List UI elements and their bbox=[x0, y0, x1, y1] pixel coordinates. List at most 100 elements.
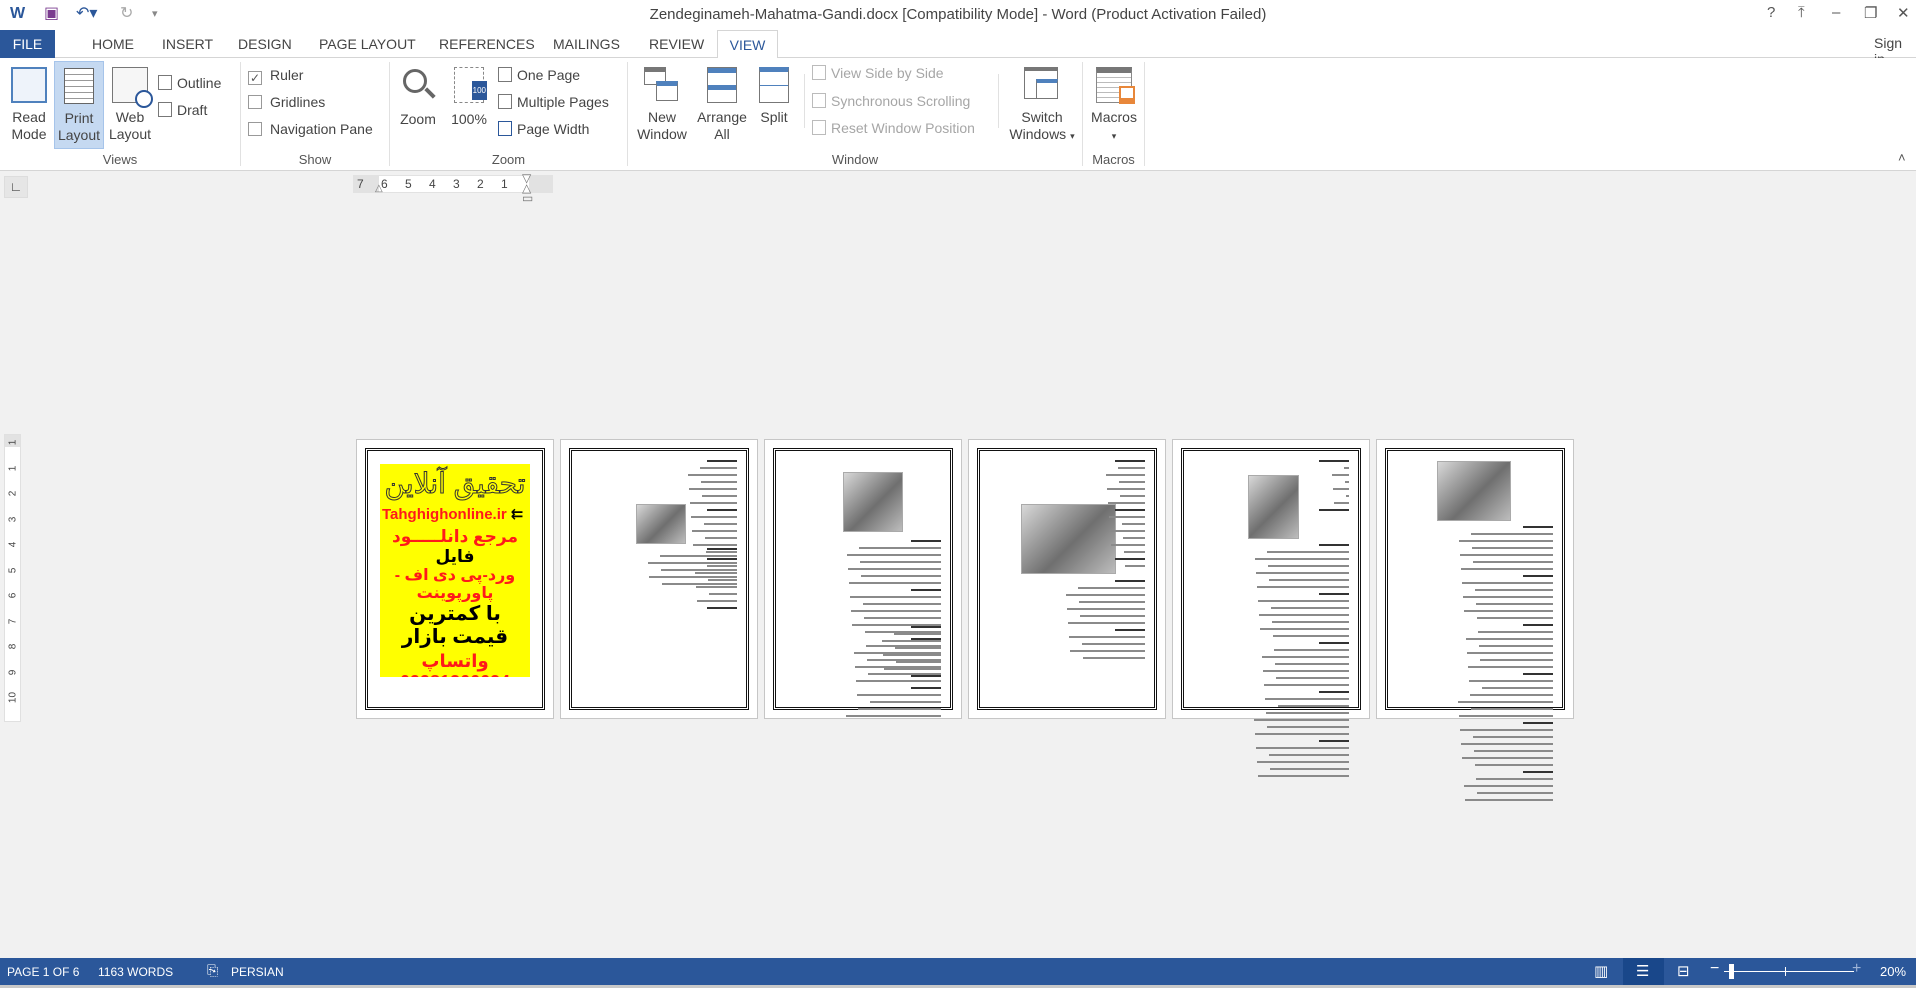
page-6[interactable] bbox=[1376, 439, 1574, 801]
page-count-status[interactable]: PAGE 1 OF 6 bbox=[7, 965, 79, 979]
horizontal-ruler[interactable]: 7 6 5 4 3 2 1 △ ▽ △ ▭ bbox=[353, 172, 553, 204]
gridlines-checkbox[interactable]: Gridlines bbox=[248, 92, 325, 112]
text-line bbox=[911, 675, 941, 677]
ribbon-display-options-icon[interactable]: ⤒ bbox=[1798, 4, 1805, 21]
vertical-ruler[interactable]: 1 1 2 3 4 5 6 7 8 9 10 bbox=[4, 434, 21, 722]
tab-home[interactable]: HOME bbox=[84, 30, 142, 58]
ruler-number: 7 bbox=[357, 177, 364, 191]
text-line bbox=[1319, 642, 1349, 644]
ad-phone: 09981366624 bbox=[400, 672, 510, 677]
text-line bbox=[707, 548, 737, 550]
indent-marker-icon[interactable]: △ bbox=[375, 183, 383, 194]
tab-selector-button[interactable]: ∟ bbox=[4, 176, 28, 198]
help-icon[interactable]: ? bbox=[1767, 4, 1775, 21]
page-100-icon: 100 bbox=[454, 67, 487, 103]
text-line bbox=[1276, 677, 1349, 679]
restore-icon[interactable]: ❐ bbox=[1864, 4, 1877, 22]
page-5[interactable] bbox=[1172, 439, 1370, 777]
page-2[interactable] bbox=[560, 439, 758, 719]
split-button[interactable]: Split bbox=[752, 61, 796, 149]
tab-review[interactable]: REVIEW bbox=[641, 30, 712, 58]
navigation-pane-checkbox[interactable]: Navigation Pane bbox=[248, 119, 373, 139]
text-line bbox=[911, 687, 941, 689]
print-layout-button[interactable]: Print Layout bbox=[54, 61, 104, 149]
text-line bbox=[1107, 488, 1145, 490]
ruler-number: 1 bbox=[7, 439, 19, 446]
page-3[interactable] bbox=[764, 439, 962, 719]
text-line bbox=[1111, 544, 1145, 546]
text-line bbox=[1458, 701, 1553, 703]
print-layout-icon: ☰ bbox=[1636, 963, 1650, 980]
text-line bbox=[1258, 775, 1349, 777]
collapse-ribbon-icon[interactable]: ˄ bbox=[1898, 150, 1906, 165]
minimize-icon[interactable]: – bbox=[1832, 4, 1840, 21]
zoom-slider-thumb[interactable] bbox=[1728, 964, 1734, 979]
ruler-checkbox[interactable]: ✓ Ruler bbox=[248, 65, 303, 85]
close-icon[interactable]: ✕ bbox=[1897, 4, 1910, 22]
new-window-icon bbox=[644, 67, 680, 103]
tab-references[interactable]: REFERENCES bbox=[431, 30, 543, 58]
text-line bbox=[1070, 650, 1145, 652]
text-line bbox=[1119, 481, 1145, 483]
switch-windows-icon bbox=[1024, 67, 1060, 103]
zoom-slider-track[interactable] bbox=[1724, 971, 1854, 972]
ruler-number: 1 bbox=[7, 465, 19, 471]
magnifier-icon bbox=[400, 67, 436, 103]
page-width-button[interactable]: Page Width bbox=[498, 119, 589, 139]
text-line bbox=[1108, 502, 1145, 504]
macros-button[interactable]: Macros ▾ bbox=[1086, 61, 1142, 149]
text-line bbox=[1118, 467, 1145, 469]
reset-window-position-button[interactable]: Reset Window Position bbox=[812, 118, 975, 138]
web-layout-button[interactable]: Web Layout bbox=[106, 61, 154, 149]
cover-advertisement: تحقیق آنلاین Tahghighonline.ir ⇇ مرجع دا… bbox=[380, 464, 530, 677]
zoom-in-button[interactable]: + bbox=[1852, 960, 1861, 978]
divider bbox=[627, 62, 628, 166]
tab-design[interactable]: DESIGN bbox=[230, 30, 300, 58]
multiple-pages-button[interactable]: Multiple Pages bbox=[498, 92, 609, 112]
tab-page-layout[interactable]: PAGE LAYOUT bbox=[311, 30, 424, 58]
zoom-100-button[interactable]: 100 100% bbox=[446, 61, 492, 149]
text-line bbox=[707, 607, 737, 609]
ruler-number: 3 bbox=[7, 516, 19, 522]
text-line bbox=[1472, 547, 1553, 549]
language-status[interactable]: PERSIAN bbox=[231, 965, 284, 979]
proofing-icon[interactable]: ⎘ bbox=[207, 962, 218, 979]
group-label-macros: Macros bbox=[1092, 152, 1135, 167]
tab-view[interactable]: VIEW bbox=[717, 30, 778, 59]
ruler-number: 7 bbox=[7, 618, 19, 624]
zoom-button[interactable]: Zoom bbox=[394, 61, 442, 149]
synchronous-scrolling-button[interactable]: Synchronous Scrolling bbox=[812, 91, 970, 111]
page-4[interactable] bbox=[968, 439, 1166, 719]
text-line bbox=[1471, 533, 1553, 535]
zoom-out-button[interactable]: − bbox=[1710, 960, 1719, 978]
gandhi-photo bbox=[843, 472, 903, 532]
read-mode-button[interactable]: Read Mode bbox=[6, 61, 52, 149]
divider bbox=[1144, 62, 1145, 166]
arrange-all-button[interactable]: Arrange All bbox=[694, 61, 750, 149]
web-layout-view-icon[interactable]: ⊟ bbox=[1677, 962, 1690, 980]
tab-file[interactable]: FILE bbox=[0, 30, 55, 58]
ruler-number: 4 bbox=[7, 541, 19, 548]
new-window-button[interactable]: New Window bbox=[632, 61, 692, 149]
text-line bbox=[1115, 509, 1145, 511]
outline-button[interactable]: Outline bbox=[158, 73, 221, 93]
read-mode-view-icon[interactable]: ▥ bbox=[1594, 962, 1608, 980]
text-line bbox=[848, 568, 941, 570]
text-line bbox=[882, 640, 941, 642]
zoom-level[interactable]: 20% bbox=[1880, 964, 1906, 979]
tab-mailings[interactable]: MAILINGS bbox=[545, 30, 628, 58]
word-count-status[interactable]: 1163 WORDS bbox=[98, 965, 173, 979]
text-line bbox=[1267, 551, 1349, 553]
page-1[interactable]: تحقیق آنلاین Tahghighonline.ir ⇇ مرجع دا… bbox=[356, 439, 554, 719]
switch-windows-button[interactable]: Switch Windows ▾ bbox=[1004, 61, 1080, 149]
text-line bbox=[1333, 488, 1349, 490]
view-side-by-side-button[interactable]: View Side by Side bbox=[812, 63, 944, 83]
window-title: Zendeginameh-Mahatma-Gandi.docx [Compati… bbox=[649, 6, 1267, 23]
print-layout-view-button[interactable]: ☰ bbox=[1623, 958, 1664, 985]
text-line bbox=[707, 509, 737, 511]
text-line bbox=[661, 569, 737, 571]
one-page-button[interactable]: One Page bbox=[498, 65, 580, 85]
draft-button[interactable]: Draft bbox=[158, 100, 207, 120]
hanging-indent-marker-icon[interactable]: ▽ △ ▭ bbox=[522, 172, 533, 204]
tab-insert[interactable]: INSERT bbox=[154, 30, 221, 58]
